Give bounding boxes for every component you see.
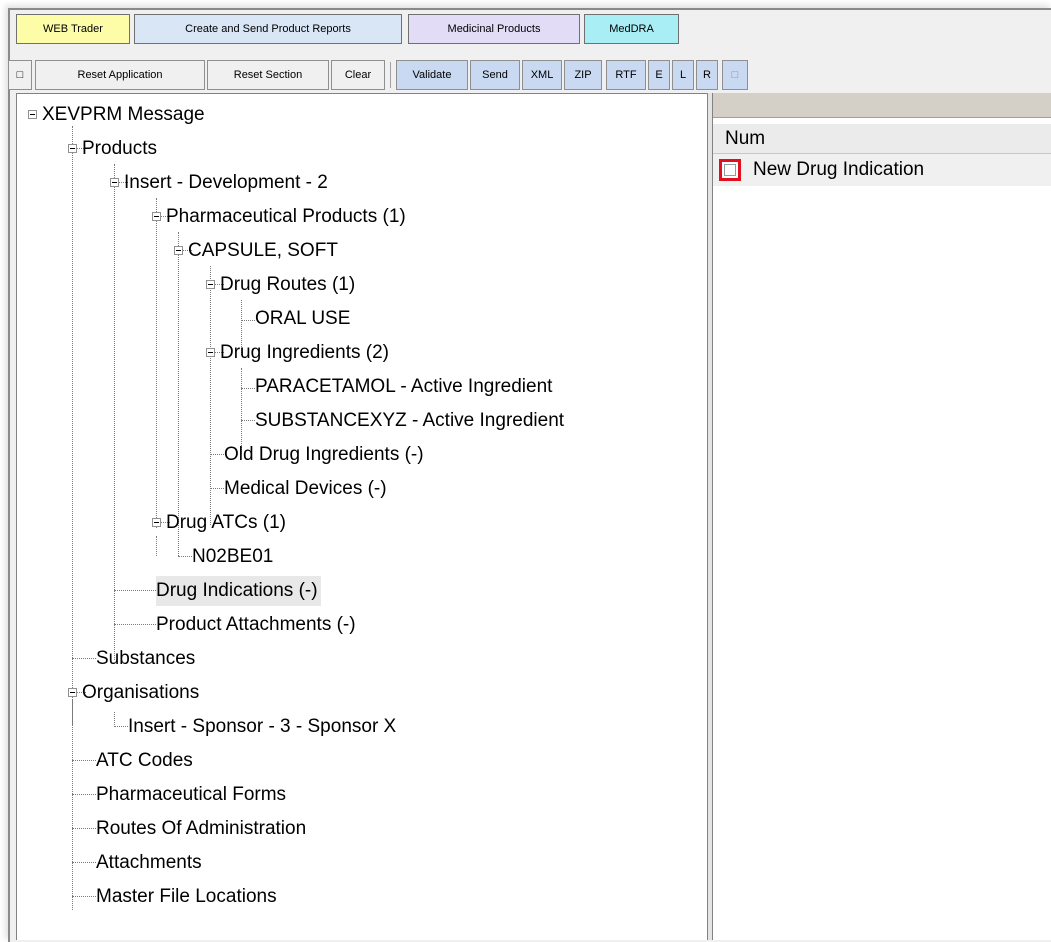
tree-node-label: N02BE01 <box>192 546 274 567</box>
tree-node-label: Substances <box>96 648 196 669</box>
r-button[interactable]: R <box>696 60 718 90</box>
tree-node-label: SUBSTANCEXYZ - Active Ingredient <box>255 410 565 431</box>
validate-button[interactable]: Validate <box>396 60 468 90</box>
tree-connector <box>241 320 255 321</box>
collapse-toggle-icon[interactable] <box>152 212 161 221</box>
tree-node-label: Medical Devices (-) <box>224 478 387 499</box>
collapse-toggle-icon[interactable] <box>174 246 183 255</box>
tree-node-label: Drug ATCs (1) <box>166 512 287 533</box>
tree-node-label: Products <box>82 138 157 159</box>
list-item[interactable]: New Drug Indication <box>713 154 1051 186</box>
tree-connector <box>114 712 115 727</box>
tree-node-label: Product Attachments (-) <box>156 614 356 635</box>
detail-title-bar <box>713 93 1051 118</box>
tree-connector <box>156 536 157 556</box>
l-button[interactable]: L <box>672 60 694 90</box>
tree-node-label: Routes Of Administration <box>96 818 307 839</box>
detail-list-panel: Num New Drug Indication <box>712 93 1051 940</box>
tree-node-label: PARACETAMOL - Active Ingredient <box>255 376 553 397</box>
tree-connector <box>210 488 224 489</box>
tree-node-label: Drug Routes (1) <box>220 274 356 295</box>
tree-node-label: Pharmaceutical Products (1) <box>166 206 406 227</box>
tree-connector <box>72 862 96 863</box>
collapse-toggle-icon[interactable] <box>68 144 77 153</box>
tree-node-label: Insert - Development - 2 <box>124 172 328 193</box>
tree-connector <box>72 126 73 910</box>
send-button[interactable]: Send <box>470 60 520 90</box>
reset-application-button[interactable]: Reset Application <box>35 60 205 90</box>
tree-connector <box>72 828 96 829</box>
tree-node-label: Organisations <box>82 682 200 703</box>
clear-button[interactable]: Clear <box>331 60 385 90</box>
tree-node-label: CAPSULE, SOFT <box>188 240 338 261</box>
tree-connector <box>114 164 115 660</box>
zip-button[interactable]: ZIP <box>564 60 602 90</box>
list-item-label: New Drug Indication <box>753 159 925 180</box>
tree-node-label: Pharmaceutical Forms <box>96 784 287 805</box>
tree-node-label: Old Drug Ingredients (-) <box>224 444 424 465</box>
tree-node-label: ATC Codes <box>96 750 193 771</box>
tree-connector <box>72 700 73 725</box>
tree-connector <box>114 624 156 625</box>
e-button[interactable]: E <box>648 60 670 90</box>
tab-web-trader[interactable]: WEB Trader <box>16 14 130 44</box>
extra-toggle-button[interactable]: □ <box>722 60 748 90</box>
collapse-all-button[interactable]: □ <box>8 60 32 90</box>
tree-node-label: Insert - Sponsor - 3 - Sponsor X <box>128 716 397 737</box>
xml-button[interactable]: XML <box>522 60 562 90</box>
collapse-toggle-icon[interactable] <box>206 280 215 289</box>
collapse-toggle-icon[interactable] <box>152 518 161 527</box>
tree-node-label: Attachments <box>96 852 202 873</box>
tree-node-label: XEVPRM Message <box>42 104 205 125</box>
tree-connector <box>72 760 96 761</box>
collapse-toggle-icon[interactable] <box>68 688 77 697</box>
tree-connector <box>114 726 128 727</box>
tree-connector <box>241 420 255 421</box>
tree-connector <box>114 590 156 591</box>
reset-section-button[interactable]: Reset Section <box>207 60 329 90</box>
tab-meddra[interactable]: MedDRA <box>584 14 679 44</box>
tab-create-send-product-reports[interactable]: Create and Send Product Reports <box>134 14 402 44</box>
message-tree-panel: XEVPRM Message Products Insert - Develop… <box>16 93 708 940</box>
column-header-label: Num <box>725 128 766 149</box>
tree-connector <box>156 198 157 528</box>
tree-node-label: Drug Ingredients (2) <box>220 342 389 363</box>
tree-connector <box>210 266 211 525</box>
rtf-button[interactable]: RTF <box>606 60 646 90</box>
tree-connector <box>72 658 96 659</box>
tab-medicinal-products[interactable]: Medicinal Products <box>408 14 580 44</box>
collapse-toggle-icon[interactable] <box>110 178 119 187</box>
tree-node-label: Drug Indications (-) <box>156 576 321 606</box>
tree-connector <box>210 454 224 455</box>
tree-connector <box>72 794 96 795</box>
tree-connector <box>72 896 96 897</box>
tree-connector <box>241 388 255 389</box>
column-header-num[interactable]: Num <box>713 124 1051 154</box>
collapse-toggle-icon[interactable] <box>28 110 37 119</box>
collapse-toggle-icon[interactable] <box>206 348 215 357</box>
tree-connector <box>178 556 192 557</box>
new-item-checkbox[interactable] <box>719 159 741 181</box>
toolbar-separator <box>390 62 391 88</box>
tree-node-label: ORAL USE <box>255 308 351 329</box>
tree-node-label: Master File Locations <box>96 886 277 907</box>
